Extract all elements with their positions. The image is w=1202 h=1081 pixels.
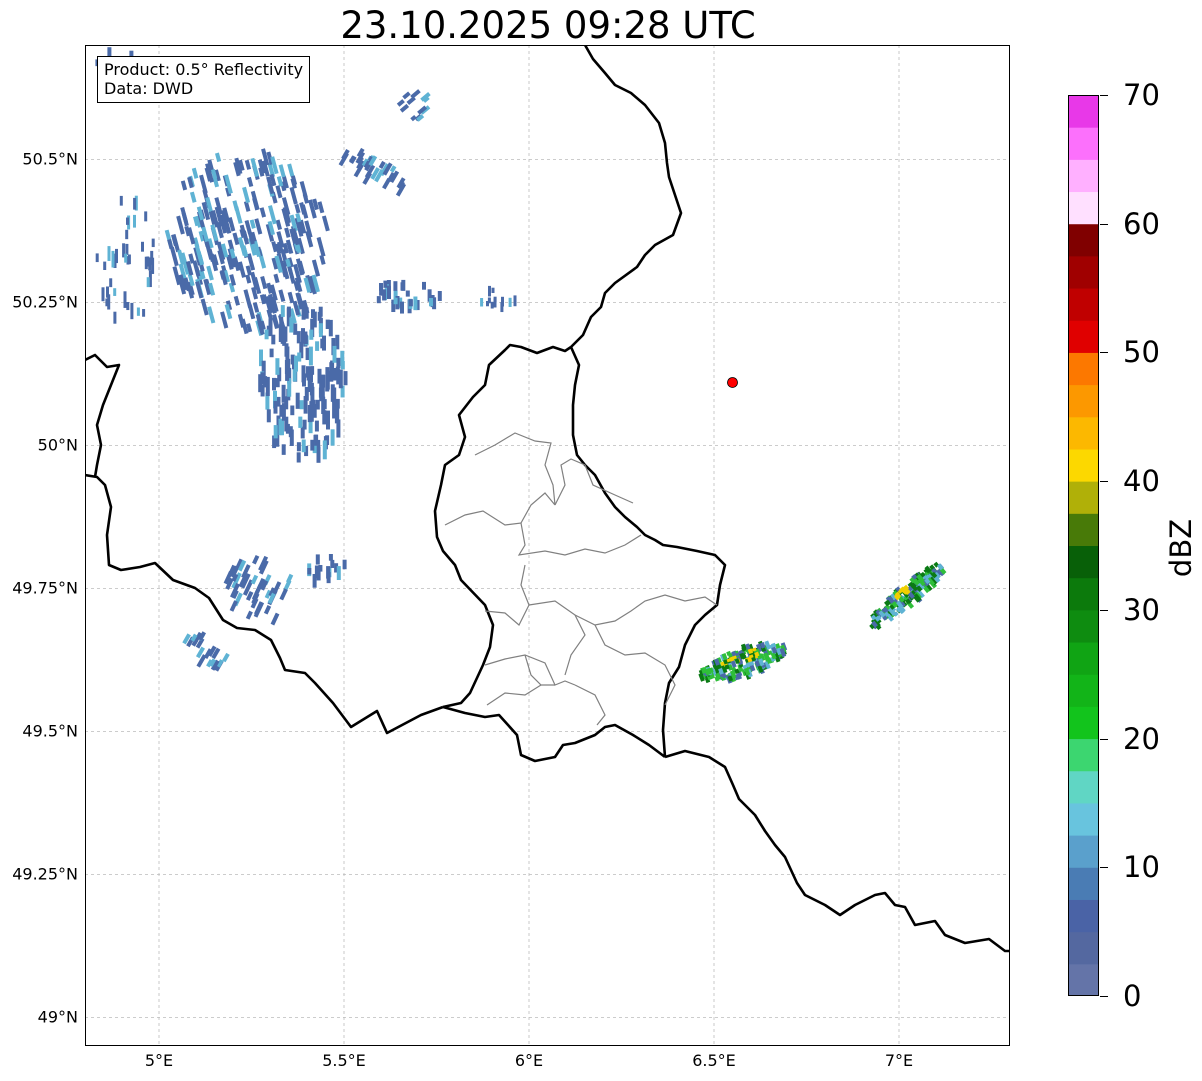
border-luxembourg-germany	[569, 346, 727, 758]
echo-cluster	[480, 285, 517, 313]
colorbar-segment	[1068, 545, 1099, 579]
lat-tick-label: 50°N	[37, 435, 78, 455]
colorbar-tick-mark	[1100, 867, 1108, 869]
data-source-label: Data: DWD	[104, 79, 194, 98]
colorbar-tick-label: 70	[1123, 78, 1160, 112]
lat-tick-label: 49°N	[37, 1007, 78, 1027]
country-borders	[85, 45, 1010, 953]
colorbar-tick-mark	[1100, 738, 1108, 740]
colorbar-tick-label: 40	[1123, 464, 1160, 499]
colorbar-segment	[1068, 416, 1099, 450]
colorbar-segment	[1068, 384, 1099, 418]
colorbar-segment	[1068, 738, 1099, 772]
colorbar-segment	[1068, 288, 1099, 321]
radar-site-marker	[727, 377, 738, 388]
product-label: Product: 0.5° Reflectivity	[104, 60, 304, 79]
echo-cluster	[869, 561, 947, 631]
lat-tick-label: 49.75°N	[12, 578, 78, 598]
echo-cluster	[338, 147, 407, 197]
colorbar-segment	[1068, 770, 1099, 804]
echo-cluster	[307, 554, 347, 588]
colorbar-segment	[1068, 835, 1099, 868]
colorbar-segment	[1068, 931, 1099, 965]
echo-cluster	[376, 279, 442, 314]
echo-cluster	[95, 195, 155, 324]
colorbar-segment	[1068, 95, 1099, 128]
colorbar-tick-label: 0	[1123, 979, 1142, 1013]
colorbar-tick-label: 60	[1123, 206, 1160, 241]
lon-tick-label: 5.5°E	[322, 1051, 366, 1070]
map-canvas[interactable]	[85, 45, 1010, 1046]
echo-cluster	[258, 305, 348, 463]
colorbar-tick-mark	[1100, 609, 1108, 611]
colorbar-segment	[1068, 191, 1099, 225]
colorbar-segment	[1068, 899, 1099, 933]
colorbar-segment	[1068, 706, 1099, 740]
colorbar-segment	[1068, 320, 1099, 353]
map-title: 23.10.2025 09:28 UTC	[340, 4, 756, 47]
product-info-box: Product: 0.5° Reflectivity Data: DWD	[97, 56, 311, 103]
luxembourg-cantons	[444, 432, 718, 726]
colorbar-tick-label: 20	[1123, 721, 1160, 756]
colorbar-segment	[1068, 352, 1099, 386]
echo-cluster	[396, 89, 431, 122]
colorbar-tick-mark	[1100, 352, 1108, 354]
border-france-belgium	[85, 473, 444, 735]
lon-tick-label: 5°E	[144, 1051, 174, 1070]
colorbar-segment	[1068, 223, 1099, 257]
colorbar-segment	[1068, 481, 1099, 514]
lat-tick-label: 49.5°N	[22, 721, 78, 741]
echo-cluster	[698, 640, 788, 684]
dbz-colorbar	[1068, 95, 1099, 996]
echo-cluster	[223, 554, 294, 626]
colorbar-segment	[1068, 642, 1099, 675]
border-luxembourg-france	[442, 705, 666, 763]
echo-cluster	[182, 631, 230, 672]
lon-tick-label: 6°E	[514, 1051, 544, 1070]
radar-site-layer	[727, 377, 738, 388]
colorbar-segment	[1068, 127, 1099, 160]
map-frame-border	[85, 45, 1010, 1046]
colorbar-segment	[1068, 448, 1099, 482]
lat-tick-label: 49.25°N	[12, 864, 78, 884]
lat-tick-label: 50.5°N	[22, 149, 78, 169]
colorbar-tick-mark	[1100, 996, 1108, 997]
colorbar-segment	[1068, 159, 1099, 193]
colorbar-tick-mark	[1100, 481, 1108, 483]
lon-tick-label: 6.5°E	[692, 1051, 736, 1070]
colorbar-segment	[1068, 674, 1099, 707]
colorbar-tick-mark	[1100, 95, 1108, 96]
colorbar-segment	[1068, 802, 1099, 836]
border-belgium-west	[85, 353, 121, 478]
colorbar-segment	[1068, 513, 1099, 546]
colorbar-segment	[1068, 867, 1099, 900]
colorbar-segment	[1068, 609, 1099, 643]
colorbar-tick-label: 50	[1123, 335, 1160, 370]
lon-tick-label: 7°E	[884, 1051, 914, 1070]
colorbar-segment	[1068, 577, 1099, 611]
colorbar-segment	[1068, 255, 1099, 289]
colorbar-label: dBZ	[1164, 518, 1198, 578]
lat-tick-label: 50.25°N	[12, 292, 78, 312]
colorbar-tick-mark	[1100, 223, 1108, 225]
colorbar-segment	[1068, 963, 1099, 996]
radar-map[interactable]	[85, 45, 1010, 1046]
colorbar-tick-label: 30	[1123, 592, 1160, 627]
border-germany-france	[664, 749, 1010, 953]
border-germany-belgium	[570, 45, 683, 348]
radar-echoes	[95, 47, 947, 684]
colorbar-tick-label: 10	[1123, 850, 1160, 885]
border-luxembourg-belgium	[433, 343, 572, 709]
